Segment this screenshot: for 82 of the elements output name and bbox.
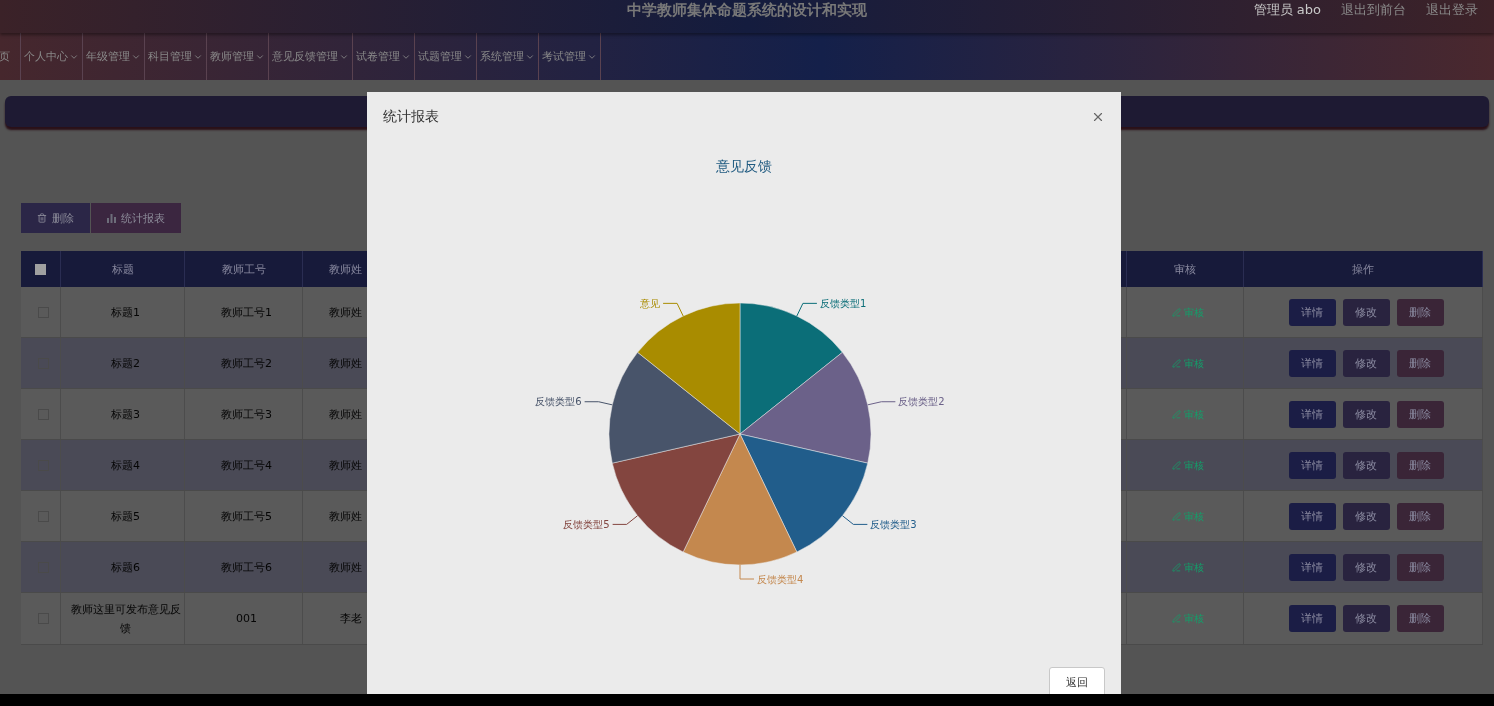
table-cell: 标题3 (61, 389, 185, 439)
nav-item[interactable]: 系统管理 (477, 33, 539, 80)
leader-line (867, 401, 896, 406)
pen-icon (1172, 614, 1181, 623)
edit-button[interactable]: 修改 (1342, 298, 1390, 326)
pen-icon (1172, 358, 1181, 368)
details-button[interactable]: 详情 (1288, 400, 1336, 428)
nav-item[interactable]: 试题管理 (415, 33, 477, 80)
details-button[interactable]: 详情 (1288, 605, 1336, 632)
leader-line (796, 302, 818, 317)
table-cell: 001 (185, 593, 303, 644)
edit-button[interactable]: 修改 (1342, 451, 1390, 479)
review-link[interactable]: 审核 (1172, 353, 1204, 373)
leader-line (662, 302, 684, 317)
dialog-title: 统计报表 (383, 108, 439, 126)
slice-label: 意见 (640, 297, 661, 309)
table-cell: 标题2 (61, 338, 185, 388)
nav-item[interactable]: 科目管理 (145, 33, 207, 80)
header-link[interactable]: 退出登录 (1426, 0, 1478, 19)
leader-line (612, 515, 639, 525)
table-cell: 教师工号2 (185, 338, 303, 388)
nav-item[interactable]: 页 (0, 33, 21, 80)
details-button[interactable]: 详情 (1288, 502, 1336, 530)
table-cell: 教师工号4 (185, 440, 303, 490)
delete-button[interactable]: 删除 (1396, 605, 1444, 632)
slice-label: 反馈类型2 (898, 396, 945, 408)
bar-chart-icon (107, 213, 116, 223)
table-cell: 教师工号5 (185, 491, 303, 541)
table-cell: 标题1 (61, 287, 185, 337)
review-link[interactable]: 审核 (1172, 455, 1204, 475)
delete-button[interactable]: 删除 (1396, 400, 1444, 428)
pen-icon (1172, 307, 1181, 317)
delete-button[interactable]: 删除 (1396, 349, 1444, 377)
slice-label: 反馈类型1 (819, 297, 867, 309)
details-button[interactable]: 详情 (1288, 349, 1336, 377)
slice-label: 反馈类型6 (535, 396, 582, 408)
slice-label: 反馈类型3 (870, 518, 917, 530)
pen-icon (1172, 409, 1181, 419)
table-cell: 教师工号1 (185, 287, 303, 337)
nav-item[interactable]: 试卷管理 (353, 33, 415, 80)
details-button[interactable]: 详情 (1288, 553, 1336, 581)
edit-button[interactable]: 修改 (1342, 400, 1390, 428)
edit-button[interactable]: 修改 (1342, 349, 1390, 377)
back-button[interactable]: 返回 (1049, 667, 1105, 694)
review-link[interactable]: 审核 (1172, 557, 1204, 577)
pen-icon (1172, 562, 1181, 572)
system-title: 中学教师集体命题系统的设计和实现 (627, 0, 867, 20)
nav-item[interactable]: 教师管理 (207, 33, 269, 80)
delete-button[interactable]: 删除 (1396, 298, 1444, 326)
close-icon[interactable] (1091, 110, 1105, 124)
nav-item[interactable]: 个人中心 (21, 33, 83, 80)
trash-icon (37, 213, 47, 223)
nav-item[interactable]: 考试管理 (539, 33, 601, 80)
edit-button[interactable]: 修改 (1342, 605, 1390, 632)
nav-item[interactable]: 意见反馈管理 (269, 33, 353, 80)
select-all-checkbox[interactable] (35, 263, 46, 275)
delete-button[interactable]: 删除 (1396, 451, 1444, 479)
details-button[interactable]: 详情 (1288, 451, 1336, 479)
table-cell: 教师这里可发布意见反馈 (61, 593, 185, 644)
table-cell: 标题6 (61, 542, 185, 592)
report-button[interactable]: 统计报表 (91, 203, 181, 233)
leader-line (584, 401, 613, 406)
table-cell: 标题5 (61, 491, 185, 541)
header-link[interactable]: 退出到前台 (1341, 0, 1406, 19)
leader-line (841, 515, 868, 525)
details-button[interactable]: 详情 (1288, 298, 1336, 326)
leader-line (739, 564, 755, 580)
user-name: 管理员 abo (1253, 0, 1321, 19)
delete-button[interactable]: 删除 (1396, 502, 1444, 530)
slice-label: 反馈类型5 (563, 518, 610, 530)
edit-button[interactable]: 修改 (1342, 502, 1390, 530)
delete-button[interactable]: 删除 (21, 203, 90, 233)
chart-title: 意见反馈 (715, 158, 773, 176)
table-cell: 标题4 (61, 440, 185, 490)
table-cell: 教师工号6 (185, 542, 303, 592)
slice-label: 反馈类型4 (757, 573, 804, 585)
pen-icon (1172, 511, 1181, 521)
edit-button[interactable]: 修改 (1342, 553, 1390, 581)
pen-icon (1172, 460, 1181, 470)
table-cell: 教师工号3 (185, 389, 303, 439)
delete-button[interactable]: 删除 (1396, 553, 1444, 581)
nav-item[interactable]: 年级管理 (83, 33, 145, 80)
